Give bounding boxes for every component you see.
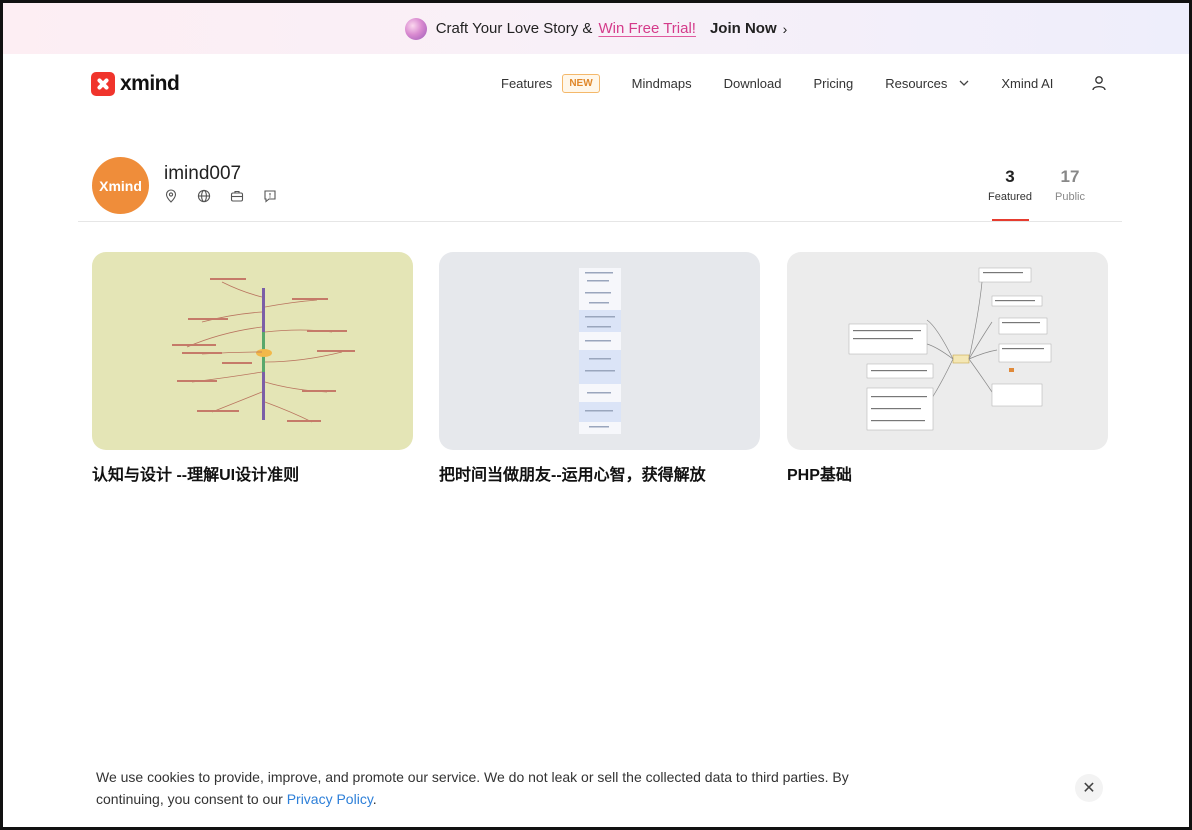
promo-banner[interactable]: Craft Your Love Story & Win Free Trial! … [3, 3, 1189, 54]
chevron-right-icon: › [782, 20, 788, 37]
mindmap-thumbnail[interactable] [787, 252, 1108, 450]
brand-name: xmind [120, 72, 180, 95]
mindmap-title[interactable]: 认知与设计 --理解UI设计准则 [92, 461, 413, 485]
mindmap-card[interactable]: 把时间当做朋友--运用心智，获得解放 [439, 252, 760, 485]
new-badge: NEW [562, 74, 600, 93]
xmind-logo-icon [91, 72, 115, 96]
nav-item-download[interactable]: Download [724, 76, 782, 91]
tab-public[interactable]: 17 Public [1040, 167, 1100, 203]
comment-icon [263, 189, 277, 203]
join-now-link[interactable]: Join Now [710, 20, 777, 37]
gem-icon [404, 17, 427, 40]
nav-item-resources[interactable]: Resources [885, 76, 969, 91]
featured-count: 3 [1005, 167, 1015, 186]
nav-item-pricing[interactable]: Pricing [813, 76, 853, 91]
close-icon[interactable]: ✕ [1075, 774, 1103, 802]
mindmap-title[interactable]: PHP基础 [787, 461, 1108, 485]
promo-trial-link[interactable]: Win Free Trial! [598, 20, 696, 37]
privacy-policy-link[interactable]: Privacy Policy [287, 791, 373, 807]
nav-item-label: Features [501, 76, 553, 91]
mindmap-card[interactable]: 认知与设计 --理解UI设计准则 [92, 252, 413, 485]
nav-item-label: Mindmaps [631, 76, 692, 91]
public-label: Public [1055, 191, 1085, 203]
featured-label: Featured [987, 191, 1033, 203]
xmind-logo[interactable]: xmind [91, 72, 180, 96]
briefcase-icon [230, 189, 244, 203]
mindmap-thumbnail[interactable] [439, 252, 760, 450]
username: imind007 [164, 163, 242, 184]
mindmap-title[interactable]: 把时间当做朋友--运用心智，获得解放 [439, 461, 760, 485]
nav-item-mindmaps[interactable]: Mindmaps [632, 76, 692, 91]
profile-divider [78, 221, 1122, 222]
mindmap-thumbnail[interactable] [92, 252, 413, 450]
chevron-down-icon [959, 78, 969, 89]
globe-icon [197, 189, 211, 203]
nav-item-label: Resources [885, 76, 948, 91]
location-icon [164, 189, 178, 203]
avatar: Xmind [92, 157, 149, 214]
nav-item-label: Download [723, 76, 782, 91]
cookie-notice: We use cookies to provide, improve, and … [96, 766, 856, 810]
nav-item-label: Pricing [813, 76, 854, 91]
nav-menu: Features NEW Mindmaps Download Pricing R… [501, 74, 1085, 93]
nav-item-label: Xmind AI [1001, 76, 1054, 91]
promo-text: Craft Your Love Story & [435, 20, 593, 37]
top-nav: xmind Features NEW Mindmaps Download Pri… [3, 54, 1189, 114]
user-icon[interactable] [1091, 75, 1107, 91]
tab-featured[interactable]: 3 Featured [980, 167, 1040, 203]
public-count: 17 [1060, 167, 1080, 186]
nav-item-features[interactable]: Features NEW [501, 74, 600, 93]
profile-meta-icons [164, 189, 296, 203]
cookie-text: We use cookies to provide, improve, and … [96, 769, 849, 807]
mindmap-card[interactable]: PHP基础 [787, 252, 1108, 485]
cookie-period: . [372, 791, 377, 807]
nav-item-xmind-ai[interactable]: Xmind AI [1001, 76, 1053, 91]
